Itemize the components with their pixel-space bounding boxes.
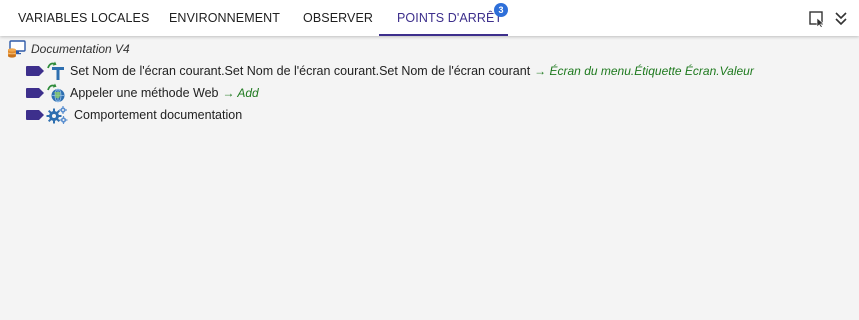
- breakpoints-tree: Documentation V4 Set Nom de l'écran cour…: [0, 36, 859, 320]
- breakpoint-marker-icon[interactable]: [26, 66, 44, 76]
- tab-observer[interactable]: OBSERVER: [303, 0, 373, 36]
- breakpoint-label: Comportement documentation: [74, 108, 243, 122]
- breakpoint-marker-icon[interactable]: [26, 88, 44, 98]
- breakpoint-item[interactable]: Comportement documentation: [26, 104, 242, 126]
- active-tab-indicator: [379, 34, 508, 36]
- select-window-icon[interactable]: [808, 10, 826, 28]
- set-text-icon: [47, 61, 64, 80]
- gears-icon: [46, 106, 68, 124]
- breakpoint-item[interactable]: Appeler une méthode Web → Add: [26, 82, 259, 104]
- web-method-icon: [47, 83, 65, 103]
- breakpoint-item[interactable]: Set Nom de l'écran courant.Set Nom de l'…: [26, 60, 754, 82]
- tree-root-label: Documentation V4: [31, 42, 130, 56]
- tab-bar: VARIABLES LOCALES ENVIRONNEMENT OBSERVER…: [0, 0, 859, 36]
- breakpoint-target: → Add: [222, 86, 259, 100]
- collapse-chevrons-icon[interactable]: [832, 10, 850, 28]
- breakpoint-label: Set Nom de l'écran courant.Set Nom de l'…: [70, 64, 531, 78]
- tree-root[interactable]: Documentation V4: [7, 38, 130, 60]
- breakpoint-target: → Écran du menu.Étiquette Écran.Valeur: [534, 64, 754, 78]
- breakpoint-marker-icon[interactable]: [26, 110, 44, 120]
- tab-environnement[interactable]: ENVIRONNEMENT: [169, 0, 280, 36]
- breakpoint-count-badge: 3: [494, 3, 508, 17]
- tab-variables-locales[interactable]: VARIABLES LOCALES: [18, 0, 149, 36]
- breakpoint-label: Appeler une méthode Web: [70, 86, 219, 100]
- tab-points-d-arret[interactable]: POINTS D'ARRÊT: [397, 0, 502, 36]
- database-monitor-icon: [7, 40, 26, 58]
